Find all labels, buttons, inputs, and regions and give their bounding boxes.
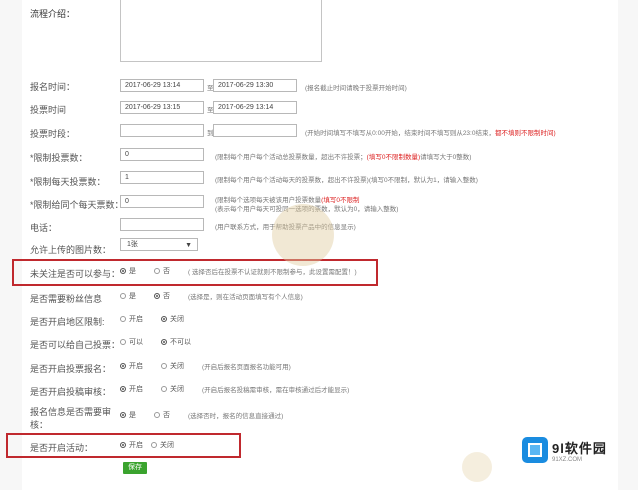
signup-time-label: 报名时间： [30,82,76,92]
vote-period-label: 投票时段： [30,129,76,139]
vote-end-input[interactable]: 2017-06-29 13:14 [213,101,297,114]
signup-enable-label: 是否开启投票报名： [30,364,112,374]
watermark-mascot-small [462,452,492,482]
review-on-option[interactable]: 开启 [120,384,143,394]
vote-period-end-input[interactable] [213,124,297,137]
region-on-label: 开启 [129,316,143,323]
logo-title: 9l软件园 [552,440,607,456]
signup-end-input[interactable]: 2017-06-29 13:30 [213,79,297,92]
region-limit-options: 开启 关闭 [120,313,202,325]
signup-off-label: 关闭 [170,363,184,370]
highlight-follow-box [12,259,378,286]
region-limit-label: 是否开启地区限制: [30,317,105,327]
radio-icon [120,293,126,299]
review-off-label: 关闭 [170,386,184,393]
info-review-no-label: 否 [163,412,170,419]
signup-off-option[interactable]: 关闭 [161,361,184,371]
signup-on-label: 开启 [129,363,143,370]
signup-on-option[interactable]: 开启 [120,361,143,371]
signup-start-input[interactable]: 2017-06-29 13:14 [120,79,204,92]
review-on-label: 开启 [129,386,143,393]
highlight-activity-box [6,433,241,458]
review-off-option[interactable]: 关闭 [161,384,184,394]
limit-same-input[interactable]: 0 [120,195,204,208]
logo-url: 91XZ.COM [552,456,583,463]
limit-votes-label: *限制投票数： [30,153,88,163]
info-review-label: 报名信息是否需要审 [30,407,112,417]
info-review-options: 是 否 (选择否时，报名的信息直接通过) [120,409,283,421]
fans-no-option[interactable]: 否 [154,291,170,301]
fans-yes-label: 是 [129,293,136,300]
region-off-label: 关闭 [170,316,184,323]
limit-votes-hint: (限制每个用户每个活动总投票数量，超出不许投票；(填写0不限制数量)请填写大于0… [215,154,472,161]
self-vote-no-label: 不可以 [170,339,191,346]
watermark-mascot [272,204,334,266]
radio-selected-icon [161,339,167,345]
signup-enable-hint: (开启后报名页面报名功能可用) [202,364,291,371]
phone-input[interactable] [120,218,204,231]
self-vote-no-option[interactable]: 不可以 [161,337,191,347]
radio-selected-icon [120,386,126,392]
radio-icon [120,316,126,322]
region-off-option[interactable]: 关闭 [161,314,184,324]
vote-time-label: 投票时间 [30,105,67,115]
radio-icon [161,386,167,392]
vote-start-input[interactable]: 2017-06-29 13:15 [120,101,204,114]
self-vote-options: 可以 不可以 [120,336,209,348]
radio-icon [154,412,160,418]
radio-icon [120,339,126,345]
vote-review-options: 开启 关闭 (开启后报名投稿需审核，需在审核通过后才能显示) [120,383,349,395]
phone-label: 电话： [30,223,58,233]
fans-hint: (选择是，则在活动页面填写有个人信息) [188,294,303,301]
limit-daily-input[interactable]: 1 [120,171,204,184]
radio-selected-icon [154,293,160,299]
info-review-yes-option[interactable]: 是 [120,410,136,420]
site-logo: 9l软件园 91XZ.COM [522,434,626,466]
limit-daily-hint: (限制每个用户每个活动每天的投票数，超出不许投票)(填写0不限制，默认为1，请输… [215,177,478,184]
limit-votes-input[interactable]: 0 [120,148,204,161]
save-button[interactable]: 保存 [123,462,147,474]
intro-label: 流程介绍： [30,9,76,19]
info-review-label-cont: 核： [30,420,49,430]
self-vote-yes-option[interactable]: 可以 [120,337,143,347]
self-vote-label: 是否可以给自己投票： [30,340,121,350]
vote-period-hint: (开始时间填写不填写从0:00开始，结束时间不填写则从23:0结束，都不填则不限… [305,130,556,137]
radio-selected-icon [120,363,126,369]
logo-icon [522,437,548,463]
vote-review-label: 是否开启投稿审核： [30,387,112,397]
signup-enable-options: 开启 关闭 (开启后报名页面报名功能可用) [120,360,291,372]
vote-period-start-input[interactable] [120,124,204,137]
info-review-yes-label: 是 [129,412,136,419]
region-on-option[interactable]: 开启 [120,314,143,324]
limit-same-label: *限制给同个每天票数： [30,200,124,210]
need-fans-info-label: 是否需要粉丝信息 [30,294,103,304]
intro-textarea[interactable] [120,0,322,62]
limit-daily-label: *限制每天投票数： [30,177,106,187]
radio-selected-icon [120,412,126,418]
fans-no-label: 否 [163,293,170,300]
radio-icon [161,363,167,369]
need-fans-info-options: 是 否 (选择是，则在活动页面填写有个人信息) [120,290,303,302]
chevron-down-icon: ▼ [185,242,192,249]
vote-review-hint: (开启后报名投稿需审核，需在审核通过后才能显示) [202,387,350,394]
radio-selected-icon [161,316,167,322]
upload-count-select[interactable]: 1张 ▼ [120,238,198,251]
info-review-no-option[interactable]: 否 [154,410,170,420]
upload-count-label: 允许上传的图片数： [30,245,112,255]
upload-count-value: 1张 [127,241,138,248]
signup-hint: (报名截止时间请晚于投票开始时间) [305,85,407,92]
info-review-hint: (选择否时，报名的信息直接通过) [188,413,284,420]
fans-yes-option[interactable]: 是 [120,291,136,301]
page: 流程介绍： 报名时间： 2017-06-29 13:14 至 2017-06-2… [0,0,638,490]
self-vote-yes-label: 可以 [129,339,143,346]
